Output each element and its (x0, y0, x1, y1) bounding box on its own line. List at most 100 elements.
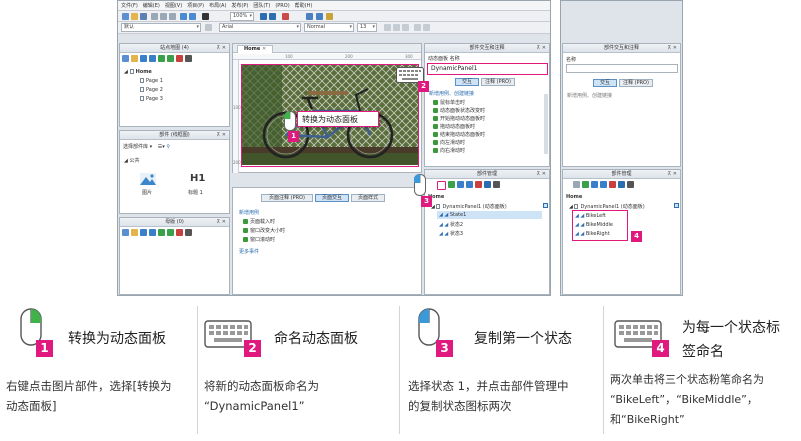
pin-icon[interactable]: ⊼ ✕ (217, 131, 226, 140)
event-drag-start[interactable]: 开始拖动动态面板时 (433, 115, 485, 122)
add-folder-icon[interactable] (131, 55, 138, 62)
sitemap-page-1[interactable]: Page 1 (140, 78, 163, 84)
search-icon[interactable]: ⚲ (166, 144, 170, 150)
move-up-icon[interactable] (140, 55, 147, 62)
delete-page-icon[interactable] (176, 55, 183, 62)
add-case-link[interactable]: 新增用例、创建链接 (429, 90, 474, 97)
bold-icon[interactable] (384, 24, 391, 31)
sitemap-page-2[interactable]: Page 2 (140, 87, 163, 93)
menu-item[interactable]: 团队(T) (253, 2, 270, 9)
delete-state-icon[interactable] (475, 181, 482, 188)
tab-page-style[interactable]: 页面样式 (351, 194, 385, 202)
align-icon[interactable] (423, 24, 430, 31)
copy-icon[interactable] (160, 13, 167, 20)
cut-icon[interactable] (151, 13, 158, 20)
move-up-icon[interactable] (457, 181, 464, 188)
event-onclick[interactable]: 鼠标单击时 (433, 99, 465, 106)
publish-icon[interactable] (326, 13, 333, 20)
add-master-icon[interactable] (122, 229, 129, 236)
move-down-icon[interactable] (600, 181, 607, 188)
add-case-link[interactable]: 新增用例 (239, 209, 259, 216)
panel-name-input[interactable]: DynamicPanel1 (427, 63, 548, 75)
filter-icon[interactable] (618, 181, 625, 188)
new-file-icon[interactable] (122, 13, 129, 20)
add-state-icon[interactable] (448, 181, 455, 188)
add-page-icon[interactable] (122, 55, 129, 62)
indent-icon[interactable] (158, 229, 165, 236)
search-icon[interactable] (185, 229, 192, 236)
close-icon[interactable]: ✕ (262, 46, 266, 52)
duplicate-state-icon[interactable] (573, 181, 580, 188)
event-swipe-right[interactable]: 向右滑动时 (433, 147, 465, 154)
side-add-case-link[interactable]: 新增用例、创建链接 (567, 92, 612, 99)
filter-icon[interactable] (484, 181, 491, 188)
event-drag[interactable]: 拖动动态面板时 (433, 123, 475, 130)
style-select[interactable]: 默认 (121, 23, 201, 32)
outdent-icon[interactable] (167, 229, 174, 236)
move-up-icon[interactable] (591, 181, 598, 188)
delete-state-icon[interactable] (609, 181, 616, 188)
sitemap-page-3[interactable]: Page 3 (140, 96, 163, 102)
pin-icon[interactable]: ⊼ ✕ (217, 44, 226, 53)
outline-dynamic-panel[interactable]: ◢ DynamicPanel1 (动态面板) (431, 203, 507, 210)
scrollbar[interactable] (544, 94, 548, 154)
event-swipe-left[interactable]: 向左滑动时 (433, 139, 465, 146)
share-icon[interactable] (316, 13, 323, 20)
preview-icon[interactable] (306, 13, 313, 20)
select-mode-icon[interactable] (260, 13, 267, 20)
move-down-icon[interactable] (149, 229, 156, 236)
add-folder-icon[interactable] (131, 229, 138, 236)
arrange-icon[interactable] (282, 13, 289, 20)
duplicate-state-icon[interactable] (437, 181, 446, 190)
widget-group[interactable]: ◢ 公共 (124, 157, 139, 164)
open-folder-icon[interactable] (131, 13, 138, 20)
event-drag-end[interactable]: 结束拖动动态面板时 (433, 131, 485, 138)
size-select[interactable]: 13 (357, 23, 377, 32)
pin-icon[interactable]: ⊼ ✕ (217, 218, 226, 227)
widget-library-select[interactable]: 选择部件库 ▾ ☰▾ ⚲ (123, 143, 170, 150)
format-painter-icon[interactable] (205, 24, 212, 31)
tab-notes[interactable]: 注释 (PRO) (481, 78, 515, 86)
move-up-icon[interactable] (140, 229, 147, 236)
side-tab-notes[interactable]: 注释 (PRO) (619, 79, 653, 87)
tab-page-notes[interactable]: 页面注释 (PRO) (261, 194, 313, 202)
search-icon[interactable] (627, 181, 634, 188)
pin-icon[interactable]: ⊼ ✕ (537, 170, 546, 179)
indent-icon[interactable] (158, 55, 165, 62)
menu-icon[interactable]: ☰▾ (158, 144, 165, 150)
redo-icon[interactable] (189, 13, 196, 20)
move-down-icon[interactable] (466, 181, 473, 188)
pin-icon[interactable]: ⊼ ✕ (537, 44, 546, 53)
menu-item[interactable]: 视图(V) (165, 2, 182, 9)
menu-item[interactable]: 发布(P) (231, 2, 248, 9)
pointer-icon[interactable] (202, 13, 209, 20)
pin-icon[interactable]: ⊼ ✕ (668, 44, 677, 53)
outline-state-3[interactable]: ◢ ◢ 状态3 (439, 230, 463, 237)
pin-icon[interactable]: ⊼ ✕ (668, 170, 677, 179)
event-page-load[interactable]: 页面载入时 (243, 218, 275, 225)
underline-icon[interactable] (402, 24, 409, 31)
search-icon[interactable] (493, 181, 500, 188)
delete-icon[interactable] (176, 229, 183, 236)
outline-state-2[interactable]: ◢ ◢ 状态2 (439, 221, 463, 228)
menu-item[interactable]: 文件(F) (121, 2, 138, 9)
weight-select[interactable]: Normal (304, 23, 354, 32)
more-events-link[interactable]: 更多事件 (239, 248, 259, 255)
menu-item[interactable]: 帮助(H) (295, 2, 313, 9)
connect-icon[interactable] (269, 13, 276, 20)
menu-item[interactable]: 布局(A) (209, 2, 226, 9)
side-outline-root[interactable]: Home (566, 194, 582, 200)
event-window-resize[interactable]: 窗口改变大小时 (243, 227, 285, 234)
italic-icon[interactable] (393, 24, 400, 31)
heading-widget-glyph[interactable]: H1 (190, 173, 205, 184)
tab-page-interactions[interactable]: 页面交互 (315, 194, 349, 202)
image-widget-icon[interactable] (140, 173, 156, 185)
visibility-toggle[interactable] (674, 203, 679, 208)
side-state-bikeleft[interactable]: ◢ ◢ BikeLeft (575, 213, 606, 219)
text-color-icon[interactable] (414, 24, 421, 31)
move-down-icon[interactable] (149, 55, 156, 62)
side-tab-interactions[interactable]: 交互 (593, 79, 617, 87)
sitemap-root[interactable]: ◢ Home (124, 69, 152, 75)
menu-item[interactable]: (PRO) (275, 3, 289, 9)
event-window-scroll[interactable]: 窗口滚动时 (243, 236, 275, 243)
